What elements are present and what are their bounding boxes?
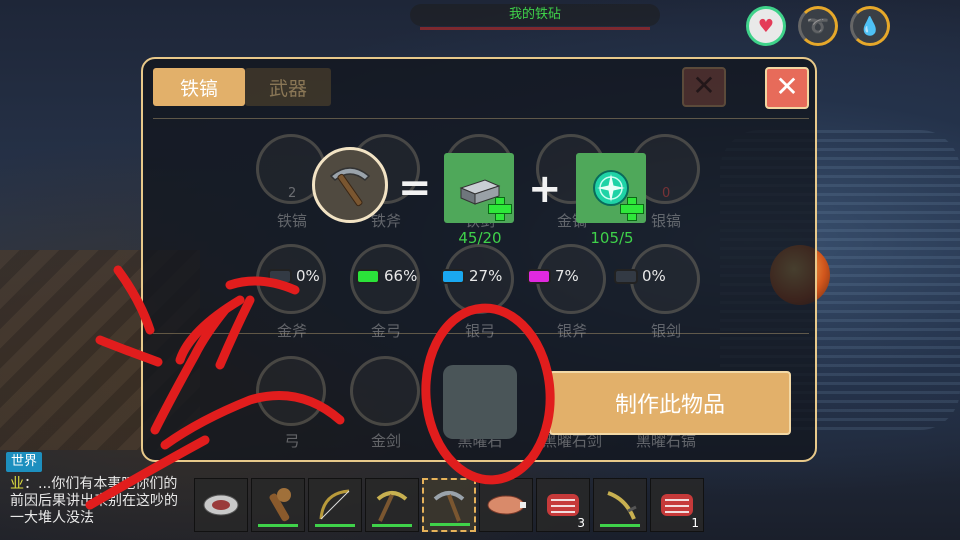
anvil-name-label: 我的铁砧	[410, 4, 660, 26]
hotbar-slot-9[interactable]: 1	[650, 478, 704, 532]
tab-weapons[interactable]: 武器	[245, 68, 331, 106]
craft-item-button[interactable]: 制作此物品	[549, 371, 791, 435]
add-ingredient-icon	[620, 197, 644, 221]
selected-empty-slot[interactable]	[443, 365, 517, 439]
chat-sender: 业	[10, 476, 24, 492]
iron-ingot-count: 45/20	[458, 229, 502, 247]
fragment-percent: 27%	[469, 267, 503, 285]
fragment-percent: 7%	[555, 267, 579, 285]
fragment-percent: 0%	[296, 267, 320, 285]
crafted-item-slot[interactable]	[312, 147, 388, 223]
heart-icon[interactable]: ♥	[746, 6, 786, 46]
hotbar-slot-8[interactable]	[593, 478, 647, 532]
bow-icon	[319, 489, 350, 520]
fragment-green: 66%	[356, 265, 417, 287]
add-ingredient-icon	[488, 197, 512, 221]
slot-label: 银弓	[464, 322, 495, 340]
iron-pickaxe-icon	[433, 491, 465, 522]
fragment-swatch	[441, 268, 465, 284]
chat-text: ：...你们有本事吧你们的前因后果讲出来别在这吵的一大堆人没法	[10, 476, 178, 526]
slot-count: 0	[662, 186, 671, 201]
hotbar-slot-6[interactable]	[479, 478, 533, 532]
slot-label: 金剑	[370, 432, 401, 450]
slot-label: 金弓	[370, 322, 401, 340]
iron-pickaxe-icon	[329, 167, 371, 207]
hotbar-slot-7[interactable]: 3	[536, 478, 590, 532]
fragment-blue: 27%	[441, 265, 502, 287]
durability-bar	[315, 524, 355, 527]
slot-label: 弓	[284, 432, 300, 450]
chat-message: 业：...你们有本事吧你们的前因后果讲出来别在这吵的一大堆人没法	[10, 476, 190, 527]
durability-bar	[372, 524, 412, 527]
equals-sign: =	[398, 165, 432, 211]
sword-icon	[607, 491, 637, 520]
durability-bar	[430, 523, 470, 526]
recipe-slot-bow[interactable]	[256, 356, 326, 426]
ingredient-rune-crystal[interactable]	[576, 153, 646, 223]
pickaxe-icon	[376, 491, 408, 522]
raw-meat-icon	[203, 494, 239, 516]
fragment-gray-2: 0%	[614, 265, 666, 287]
item-quantity: 3	[577, 516, 585, 530]
fragment-swatch	[268, 268, 292, 284]
fragment-swatch	[614, 268, 638, 284]
durability-bar	[258, 524, 298, 527]
fragment-swatch	[527, 268, 551, 284]
ingredient-iron-ingot[interactable]	[444, 153, 514, 223]
hotbar-slot-2[interactable]	[251, 478, 305, 532]
ham-icon	[487, 495, 526, 515]
close-button[interactable]: ✕	[765, 67, 809, 109]
hotbar-slot-5[interactable]	[422, 478, 476, 532]
header-divider	[153, 118, 809, 119]
durability-bar	[600, 524, 640, 527]
rune-crystal-count: 105/5	[590, 229, 634, 247]
item-quantity: 1	[691, 516, 699, 530]
hotbar-slot-4[interactable]	[365, 478, 419, 532]
fragment-gray-1: 0%	[268, 265, 320, 287]
tab-iron-pickaxe[interactable]: 铁镐	[153, 68, 245, 106]
recipe-slot-gold-sword[interactable]	[350, 356, 420, 426]
world-channel-tag[interactable]: 世界	[6, 452, 43, 472]
fragment-purple: 7%	[527, 265, 579, 287]
fragment-percent: 0%	[642, 267, 666, 285]
water-drop-icon[interactable]: 💧	[850, 6, 890, 46]
hotbar-slot-3[interactable]	[308, 478, 362, 532]
slot-label: 铁镐	[276, 212, 307, 230]
fragment-swatch	[356, 268, 380, 284]
anvil-health-bar	[420, 27, 650, 30]
slot-count: 2	[288, 186, 297, 201]
slot-label: 银斧	[556, 322, 587, 340]
slot-label: 银剑	[650, 322, 681, 340]
plus-sign: +	[528, 166, 562, 212]
slot-label: 金斧	[276, 322, 307, 340]
club-icon	[269, 488, 291, 522]
stomach-icon[interactable]: ➰	[798, 6, 838, 46]
hotbar-slot-1[interactable]	[194, 478, 248, 532]
fragment-percent: 66%	[384, 267, 418, 285]
background-close-icon: ✕	[682, 67, 726, 107]
